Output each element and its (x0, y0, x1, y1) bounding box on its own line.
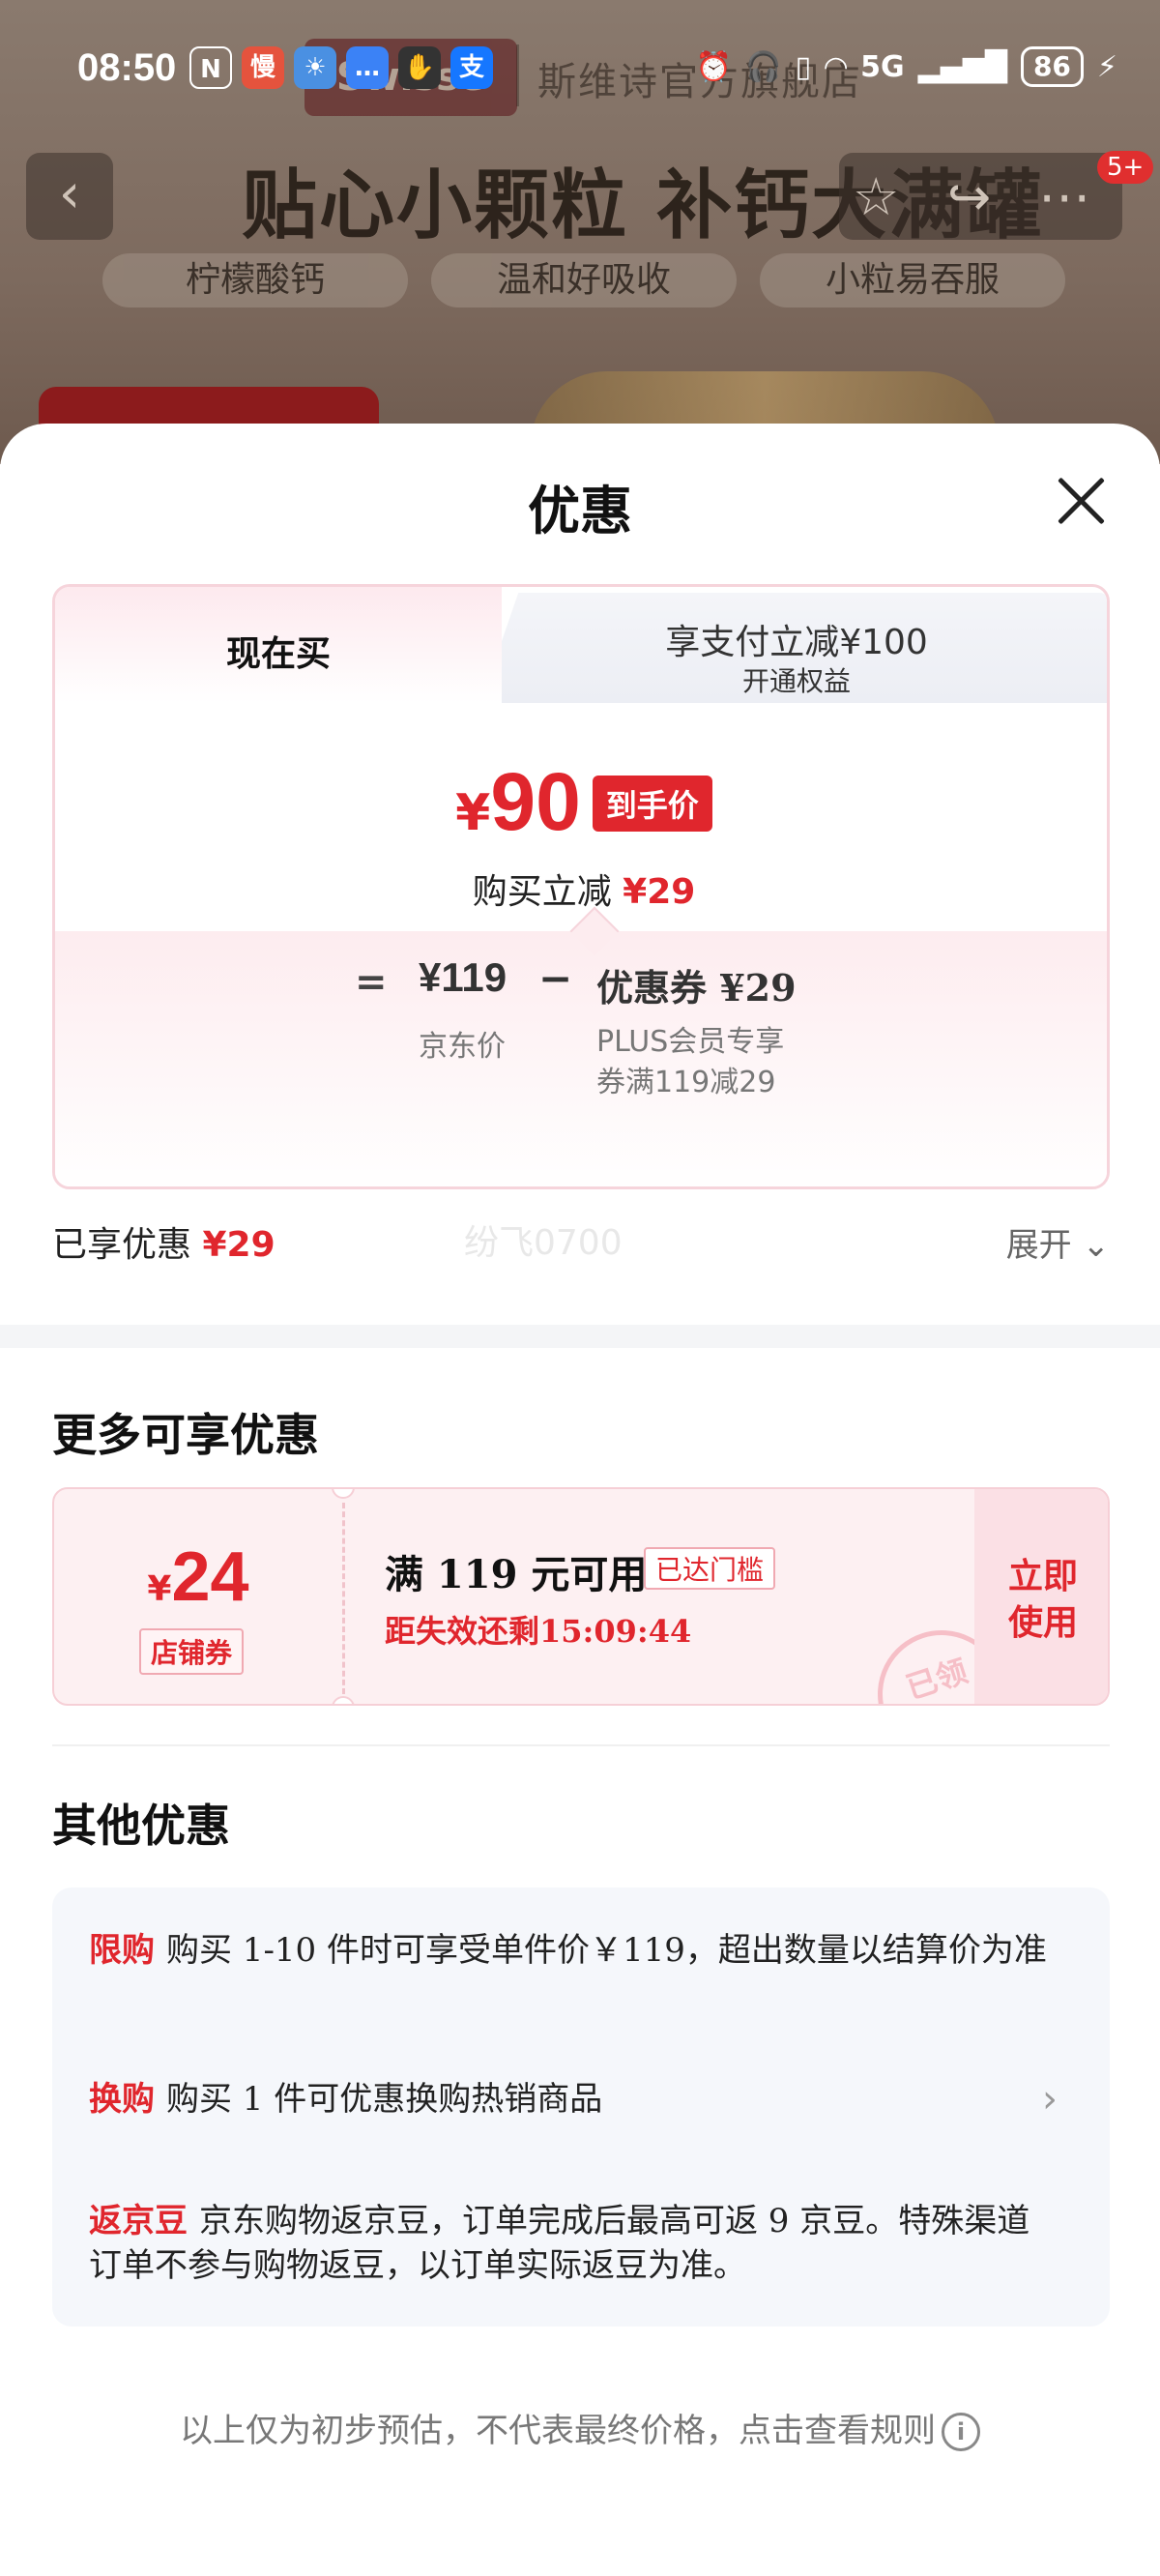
reduction-amount: ¥29 (623, 872, 696, 912)
message-icon: … (346, 46, 389, 89)
status-bar: 08:50 N 慢 ☀ … ✋ 支 ⏰ 🎧 ▯ ◠ 5G ▂▄▆█ 86 ⚡ (0, 0, 1160, 139)
coupon-countdown: 距失效还剩15:09:44 (385, 1613, 692, 1650)
store-coupon: ¥24 店铺券 满 119 元可用 已达门槛 距失效还剩15:09:44 已领 … (52, 1487, 1110, 1706)
threshold-met-badge: 已达门槛 (644, 1547, 776, 1590)
offer-tag: 限购 (89, 1931, 155, 1970)
offer-tag[interactable]: 换购 (89, 2080, 155, 2119)
back-icon[interactable]: ‹ (26, 153, 113, 240)
close-icon[interactable] (1054, 474, 1108, 528)
status-right: ⏰ 🎧 ▯ ◠ 5G ▂▄▆█ 86 ⚡ (696, 46, 1117, 87)
coupon-condition: 满 119 元可用 (385, 1552, 648, 1597)
other-offers-title: 其他优惠 (52, 1800, 230, 1852)
app-notification-icon: 慢 (242, 46, 284, 89)
enjoyed-label: 已享优惠 (52, 1225, 192, 1265)
footer-text[interactable]: 以上仅为初步预估，不代表最终价格，点击查看规则 (180, 2412, 936, 2450)
tab-pay-discount-label[interactable]: 享支付立减¥100 (480, 614, 1107, 664)
instant-reduction: 购买立减 ¥29 (55, 864, 1107, 914)
wifi-icon: ◠ (825, 49, 848, 84)
chevron-down-icon[interactable]: ⌄ (1083, 1226, 1111, 1265)
jd-price: ¥119 (419, 954, 508, 1000)
weather-icon: ☀ (294, 46, 336, 89)
share-icon[interactable]: ↪ (947, 166, 991, 227)
expand-label[interactable]: 展开 (1006, 1226, 1072, 1265)
more-icon[interactable]: ⋯ (1038, 166, 1090, 227)
expand-button[interactable]: 展开 ⌄ (1006, 1218, 1110, 1266)
price-card: 享支付立减¥100 开通权益 现在买 ¥90 到手价 购买立减 ¥29 = ¥11… (52, 584, 1110, 1189)
watermark: 纷飞0700 (464, 1223, 623, 1263)
price-breakdown (55, 931, 1107, 1186)
feature-tag: 柠檬酸钙 (102, 253, 408, 307)
final-price: 90 (490, 756, 581, 847)
vibrate-icon: ▯ (795, 49, 812, 84)
discount-sheet: 优惠 享支付立减¥100 开通权益 现在买 ¥90 到手价 购买立减 ¥29 = … (0, 424, 1160, 2576)
gesture-icon: ✋ (398, 46, 441, 89)
feature-tag: 小粒易吞服 (760, 253, 1065, 307)
battery-level: 86 (1020, 46, 1084, 87)
coupon-value-area: ¥24 店铺券 (54, 1489, 342, 1704)
header-actions: ☆ ↪ ⋯ (839, 153, 1122, 240)
tab-buy-now-label[interactable]: 现在买 (55, 626, 502, 676)
reduction-label: 购买立减 (472, 872, 612, 912)
more-offers-title: 更多可享优惠 (52, 1409, 319, 1461)
offer-tag: 返京豆 (89, 2202, 188, 2240)
section-divider (0, 1325, 1160, 1348)
offer-text: 京东购物返京豆，订单完成后最高可返 9 京豆。特殊渠道订单不参与购物返豆，以订单… (89, 2202, 1030, 2285)
final-price-row: ¥90 到手价 (55, 755, 1107, 849)
enjoyed-discount: 已享优惠 ¥29 (52, 1216, 276, 1267)
divider-line (52, 1744, 1110, 1746)
minus-sign: − (538, 954, 573, 1002)
offer-exchange[interactable]: 换购 购买 1 件可优惠换购热销商品 (89, 2077, 1056, 2122)
offer-text: 购买 1-10 件时可享受单件价￥119，超出数量以结算价为准 (166, 1931, 1047, 1970)
notification-icons: N 慢 ☀ … ✋ 支 (189, 46, 493, 89)
equals-sign: = (355, 960, 388, 1005)
tab-buy-now[interactable]: 现在买 (55, 587, 502, 703)
coupon-separator (342, 1503, 345, 1694)
coupon-value: 24 (171, 1538, 249, 1616)
jd-price-label: 京东价 (419, 1030, 506, 1064)
chevron-right-icon[interactable]: › (1042, 2077, 1058, 2122)
headset-icon: 🎧 (745, 49, 782, 84)
coupon-amount: ¥24 (54, 1537, 342, 1617)
alipay-icon: 支 (450, 46, 493, 89)
signal-icon: ▂▄▆█ (917, 49, 1007, 84)
use-now-line1[interactable]: 立即 (974, 1553, 1108, 1599)
coupon-description: PLUS会员专享券满119减29 (596, 1025, 785, 1099)
enjoyed-amount: ¥29 (202, 1225, 276, 1265)
coupon-deduction: 优惠券 ¥29 (596, 966, 797, 1010)
status-time: 08:50 (77, 46, 177, 89)
price-currency: ¥ (455, 784, 491, 842)
alarm-icon: ⏰ (695, 49, 733, 84)
rules-footer[interactable]: 以上仅为初步预估，不代表最终价格，点击查看规则 i (0, 2404, 1160, 2451)
coupon-currency: ¥ (147, 1569, 172, 1609)
other-offers-list: 限购 购买 1-10 件时可享受单件价￥119，超出数量以结算价为准 换购 购买 1… (52, 1888, 1110, 2327)
feature-tag: 温和好吸收 (431, 253, 737, 307)
favorite-icon[interactable]: ☆ (853, 166, 899, 227)
coupon-type-badge: 店铺券 (139, 1628, 245, 1675)
sheet-title: 优惠 (528, 481, 632, 542)
info-icon[interactable]: i (942, 2413, 980, 2451)
use-now-button[interactable]: 立即 使用 (974, 1489, 1108, 1704)
offer-text[interactable]: 购买 1 件可优惠换购热销商品 (166, 2080, 602, 2119)
tab-pay-discount-sub[interactable]: 开通权益 (480, 660, 1107, 699)
message-badge: 5+ (1097, 151, 1154, 184)
network-label: 5G (860, 49, 905, 84)
offer-jd-beans: 返京豆 京东购物返京豆，订单完成后最高可返 9 京豆。特殊渠道订单不参与购物返豆，… (89, 2199, 1056, 2288)
use-now-line2[interactable]: 使用 (974, 1599, 1108, 1646)
nfc-icon: N (189, 46, 232, 89)
offer-purchase-limit: 限购 购买 1-10 件时可享受单件价￥119，超出数量以结算价为准 (89, 1928, 1056, 1973)
final-price-tag: 到手价 (592, 776, 712, 832)
feature-tags: 柠檬酸钙 温和好吸收 小粒易吞服 (102, 253, 1065, 307)
charging-icon: ⚡ (1096, 49, 1117, 84)
